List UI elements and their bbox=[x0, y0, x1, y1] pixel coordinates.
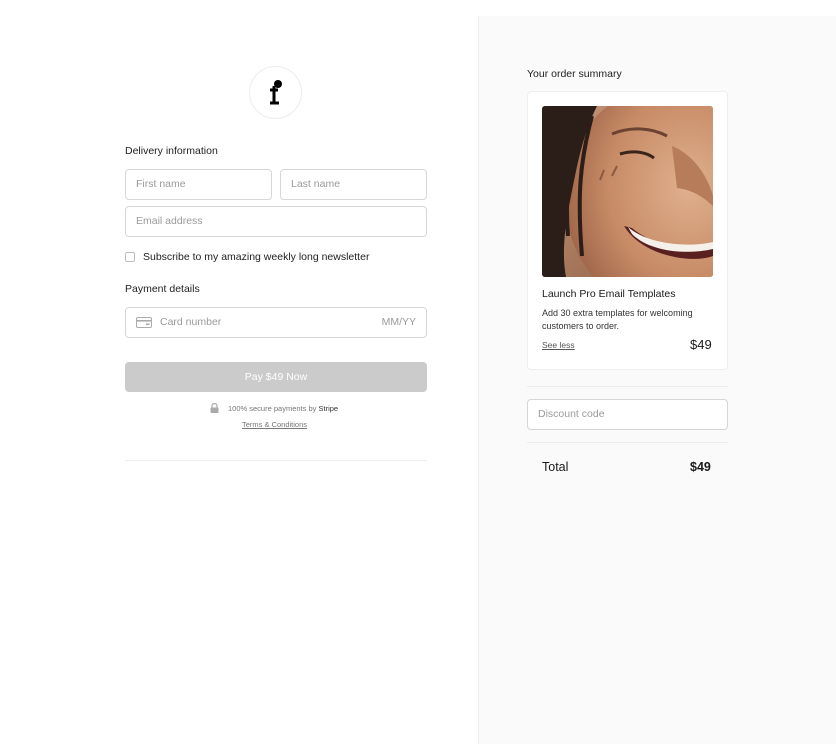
pay-button[interactable]: Pay $49 Now bbox=[125, 362, 427, 392]
email-input[interactable]: Email address bbox=[125, 206, 427, 237]
last-name-input[interactable]: Last name bbox=[280, 169, 427, 200]
delivery-heading: Delivery information bbox=[125, 145, 218, 157]
see-less-link[interactable]: See less bbox=[542, 340, 575, 350]
product-image bbox=[542, 106, 713, 277]
secure-text: 100% secure payments by bbox=[228, 403, 317, 413]
brand-logo-icon bbox=[269, 79, 282, 104]
expiry-placeholder[interactable]: MM/YY bbox=[382, 308, 416, 337]
newsletter-label: Subscribe to my amazing weekly long news… bbox=[143, 251, 370, 263]
newsletter-checkbox[interactable] bbox=[125, 252, 135, 262]
product-description: Add 30 extra templates for welcoming cus… bbox=[542, 308, 693, 331]
brand-logo bbox=[249, 66, 302, 119]
terms-link[interactable]: Terms & Conditions bbox=[242, 420, 307, 429]
divider bbox=[527, 386, 728, 387]
total-label: Total bbox=[542, 460, 569, 474]
product-price: $49 bbox=[690, 337, 712, 352]
secure-payment-note: 100% secure payments by Stripe bbox=[210, 403, 338, 413]
payment-heading: Payment details bbox=[125, 283, 200, 295]
secure-provider: Stripe bbox=[318, 403, 339, 413]
first-name-input[interactable]: First name bbox=[125, 169, 272, 200]
card-number-input[interactable]: Card number MM/YY bbox=[125, 307, 427, 338]
card-number-placeholder: Card number bbox=[160, 316, 222, 328]
divider bbox=[125, 460, 427, 461]
divider bbox=[527, 442, 728, 443]
lock-icon bbox=[210, 403, 219, 413]
discount-code-input[interactable]: Discount code bbox=[527, 399, 728, 430]
product-name: Launch Pro Email Templates bbox=[542, 288, 676, 300]
total-value: $49 bbox=[690, 460, 711, 474]
order-summary-heading: Your order summary bbox=[527, 68, 622, 80]
credit-card-icon bbox=[136, 317, 152, 328]
